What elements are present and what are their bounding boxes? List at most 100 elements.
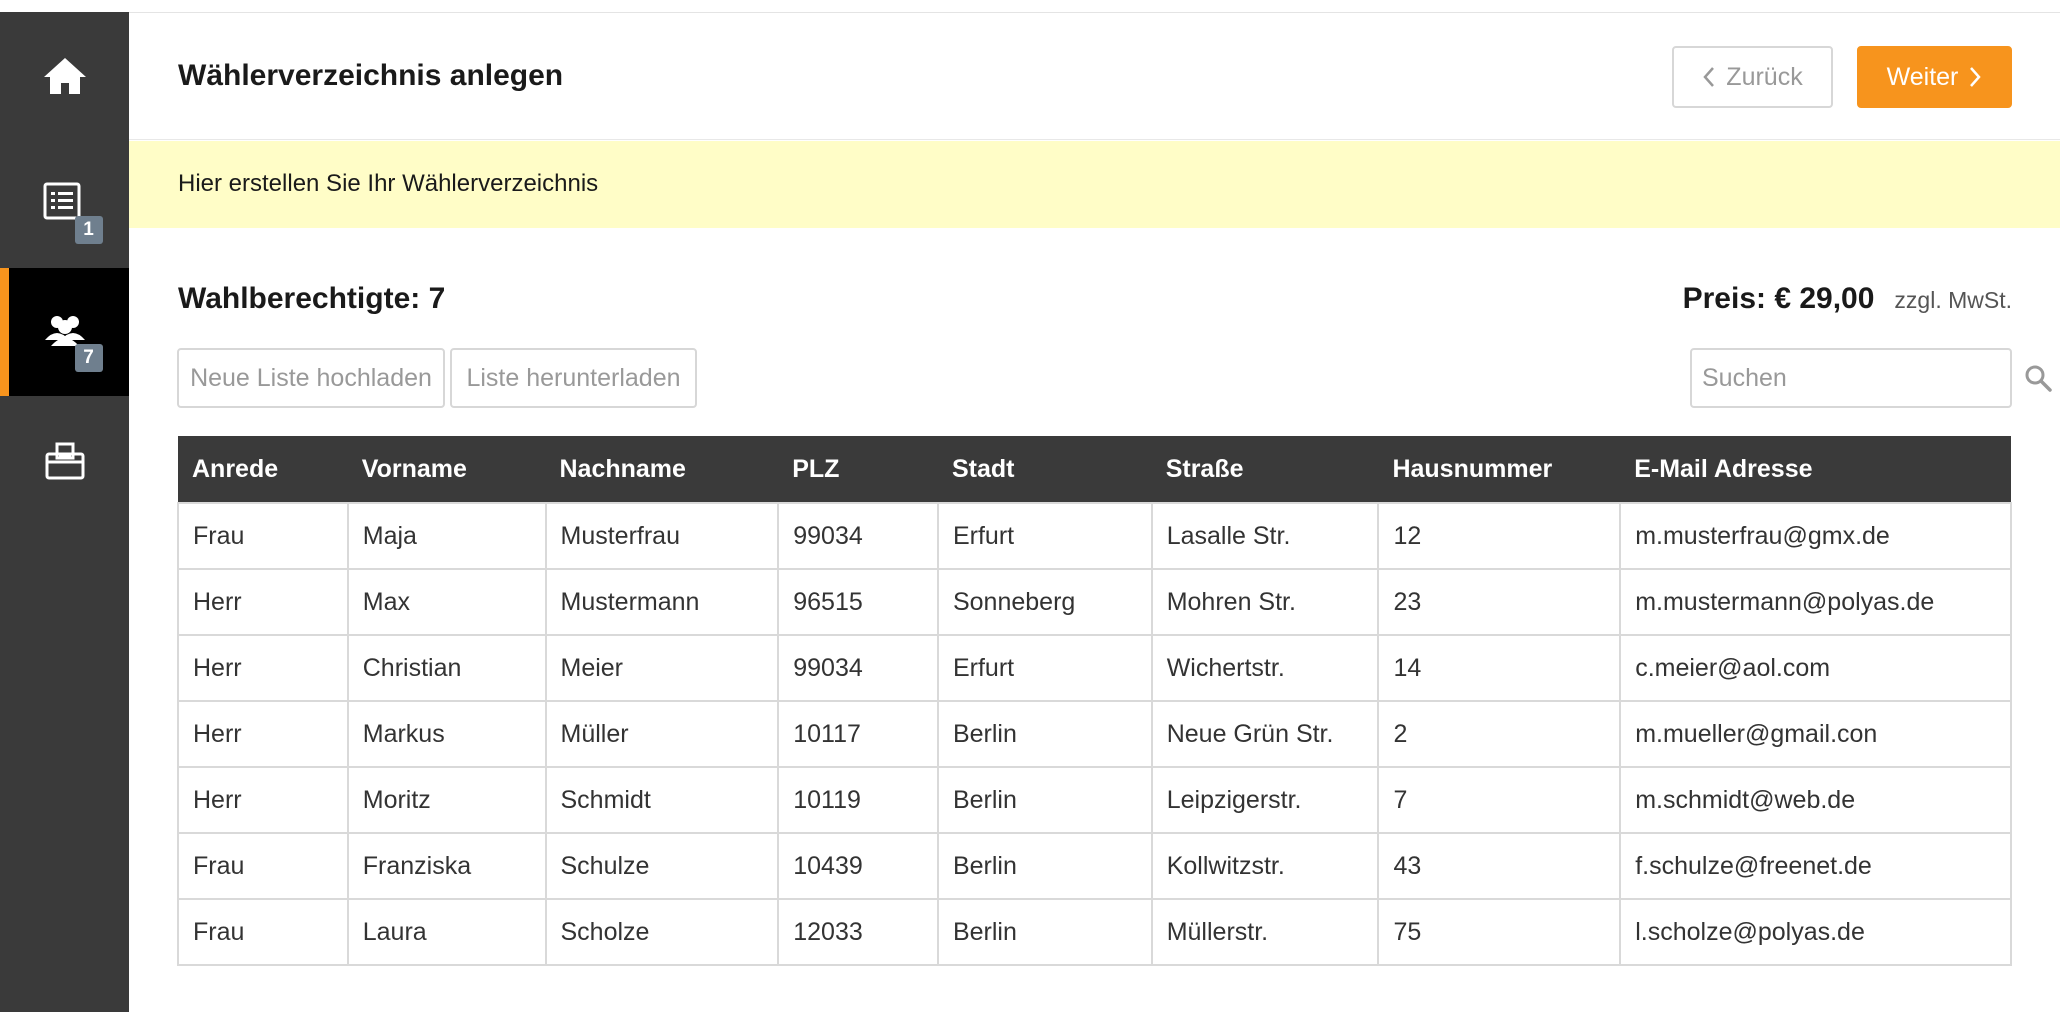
page-header: Wählerverzeichnis anlegen Zurück Weiter (129, 13, 2060, 140)
upload-list-button[interactable]: Neue Liste hochladen (177, 348, 445, 408)
column-header[interactable]: Nachname (546, 436, 779, 503)
table-row[interactable]: Herr Moritz Schmidt 10119 Berlin Leipzig… (177, 766, 2012, 834)
table-cell: Markus (346, 700, 547, 768)
table-cell: Mohren Str. (1150, 568, 1380, 636)
chevron-right-icon (1970, 67, 1982, 87)
column-header[interactable]: E-Mail Adresse (1620, 436, 2011, 503)
table-cell: Christian (346, 634, 547, 702)
table-cell: 75 (1377, 898, 1622, 966)
table-cell: Kollwitzstr. (1150, 832, 1380, 900)
table-cell: m.mustermann@polyas.de (1619, 568, 2012, 636)
table-cell: Meier (544, 634, 780, 702)
download-list-button[interactable]: Liste herunterladen (450, 348, 697, 408)
table-cell: Laura (346, 898, 547, 966)
table-cell: 99034 (777, 634, 939, 702)
column-header[interactable]: Hausnummer (1378, 436, 1620, 503)
list-icon: 1 (41, 180, 103, 244)
home-icon (41, 52, 89, 100)
table-row[interactable]: Frau Laura Scholze 12033 Berlin Müllerst… (177, 898, 2012, 966)
table-row[interactable]: Herr Markus Müller 10117 Berlin Neue Grü… (177, 700, 2012, 768)
search-icon (2025, 365, 2052, 392)
search-box (1690, 348, 2052, 408)
table-cell: Frau (177, 898, 349, 966)
table-cell: 7 (1377, 766, 1622, 834)
table-row[interactable]: Frau Franziska Schulze 10439 Berlin Koll… (177, 832, 2012, 900)
table-row[interactable]: Herr Max Mustermann 96515 Sonneberg Mohr… (177, 568, 2012, 636)
price-info: Preis: € 29,00 zzgl. MwSt. (1683, 282, 2012, 316)
price-value: Preis: € 29,00 (1682, 282, 1875, 315)
table-cell: m.musterfrau@gmx.de (1619, 502, 2012, 570)
table-cell: Franziska (346, 832, 547, 900)
table-cell: Neue Grün Str. (1150, 700, 1380, 768)
table-cell: m.mueller@gmail.con (1619, 700, 2012, 768)
table-cell: Herr (177, 634, 349, 702)
table-cell: 23 (1377, 568, 1622, 636)
table-cell: Berlin (936, 766, 1153, 834)
app: 1 7 Wählerverzeichnis anlegen Zurück Wei… (0, 0, 2060, 1012)
column-header[interactable]: Anrede (178, 436, 348, 503)
table-cell: m.schmidt@web.de (1619, 766, 2012, 834)
table-cell: Sonneberg (936, 568, 1153, 636)
table-cell: Max (346, 568, 547, 636)
table-cell: 10119 (777, 766, 939, 834)
voter-count: Wahlberechtigte: 7 (178, 282, 446, 315)
voters-badge: 7 (74, 344, 103, 372)
info-banner: Hier erstellen Sie Ihr Wählerverzeichnis (129, 141, 2060, 228)
sidebar-item-ballot[interactable] (0, 396, 129, 524)
table-cell: Wichertstr. (1150, 634, 1380, 702)
table-cell: Herr (177, 568, 349, 636)
price-note: zzgl. MwSt. (1894, 287, 2012, 313)
chevron-left-icon (1703, 67, 1715, 87)
voter-table: Anrede Vorname Nachname PLZ Stadt Straße… (177, 436, 2012, 966)
table-row[interactable]: Herr Christian Meier 99034 Erfurt Wicher… (177, 634, 2012, 702)
table-cell: Mustermann (544, 568, 780, 636)
search-button[interactable] (2024, 350, 2052, 406)
table-cell: Scholze (544, 898, 780, 966)
sidebar-item-voters[interactable]: 7 (0, 268, 129, 396)
table-cell: Berlin (936, 832, 1153, 900)
table-cell: Maja (346, 502, 547, 570)
table-cell: Lasalle Str. (1150, 502, 1380, 570)
list-badge: 1 (74, 216, 103, 244)
sidebar-item-list[interactable]: 1 (0, 140, 129, 268)
table-cell: c.meier@aol.com (1619, 634, 2012, 702)
ballot-box-icon (41, 436, 89, 484)
table-cell: Erfurt (936, 502, 1153, 570)
voter-table-wrapper: Anrede Vorname Nachname PLZ Stadt Straße… (177, 436, 2012, 966)
table-row[interactable]: Frau Maja Musterfrau 99034 Erfurt Lasall… (177, 502, 2012, 570)
table-cell: Müller (544, 700, 780, 768)
table-cell: Müllerstr. (1150, 898, 1380, 966)
table-cell: Frau (177, 502, 349, 570)
table-cell: l.scholze@polyas.de (1619, 898, 2012, 966)
table-cell: 10439 (777, 832, 939, 900)
table-cell: Berlin (936, 700, 1153, 768)
table-cell: Schmidt (544, 766, 780, 834)
table-cell: Frau (177, 832, 349, 900)
table-cell: 14 (1377, 634, 1622, 702)
table-cell: Herr (177, 766, 349, 834)
next-button[interactable]: Weiter (1857, 46, 2012, 108)
column-header[interactable]: Vorname (348, 436, 546, 503)
table-cell: Leipzigerstr. (1150, 766, 1380, 834)
next-button-label: Weiter (1886, 62, 1959, 91)
column-header[interactable]: Straße (1152, 436, 1379, 503)
column-header[interactable]: PLZ (778, 436, 938, 503)
table-cell: Schulze (544, 832, 780, 900)
table-cell: Berlin (936, 898, 1153, 966)
table-cell: 12033 (777, 898, 939, 966)
table-cell: 96515 (777, 568, 939, 636)
sidebar-item-home[interactable] (0, 12, 129, 140)
table-cell: Moritz (346, 766, 547, 834)
table-cell: Erfurt (936, 634, 1153, 702)
back-button[interactable]: Zurück (1672, 46, 1833, 108)
page-title: Wählerverzeichnis anlegen (178, 59, 564, 92)
column-header[interactable]: Stadt (938, 436, 1152, 503)
table-cell: Herr (177, 700, 349, 768)
search-input[interactable] (1692, 350, 2024, 406)
back-button-label: Zurück (1726, 62, 1803, 91)
table-cell: Musterfrau (544, 502, 780, 570)
table-cell: 12 (1377, 502, 1622, 570)
info-banner-text: Hier erstellen Sie Ihr Wählerverzeichnis (178, 170, 599, 197)
sidebar: 1 7 (0, 12, 129, 1012)
table-header-row: Anrede Vorname Nachname PLZ Stadt Straße… (178, 436, 2011, 503)
